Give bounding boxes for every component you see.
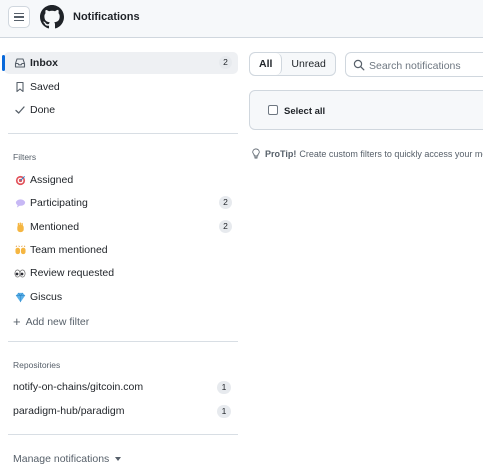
hamburger-menu-button[interactable] <box>8 6 30 28</box>
app-header: Notifications <box>0 0 483 38</box>
sidebar-divider <box>8 133 238 134</box>
notifications-list-header: Select all <box>249 90 483 130</box>
gem-emoji-icon <box>14 291 26 303</box>
sidebar-item-inbox[interactable]: Inbox 2 <box>2 52 238 74</box>
sidebar-item-label: Inbox <box>30 57 58 69</box>
dart-emoji-icon <box>14 174 26 186</box>
select-all-label[interactable]: Select all <box>284 106 325 117</box>
filter-item-mentioned[interactable]: Mentioned 2 <box>4 216 238 238</box>
speech-balloon-emoji-icon <box>14 197 26 209</box>
filter-item-review-requested[interactable]: Review requested <box>4 262 238 284</box>
manage-notifications-dropdown[interactable]: Manage notifications <box>13 453 122 465</box>
repo-count-badge: 1 <box>217 405 231 418</box>
plus-icon: + <box>13 314 21 329</box>
search-input[interactable]: Search notifications <box>345 52 483 77</box>
filter-label: Team mentioned <box>30 244 108 256</box>
menu-line <box>14 16 24 18</box>
sidebar-item-label: Saved <box>30 81 60 93</box>
inbox-count-badge: 2 <box>219 56 232 69</box>
repositories-section-title: Repositories <box>13 360 61 370</box>
sidebar-item-done[interactable]: Done <box>4 99 238 121</box>
filter-label: Review requested <box>30 267 115 279</box>
sidebar-item-label: Done <box>30 104 56 116</box>
raising-hands-emoji-icon <box>14 244 26 256</box>
participating-count-badge: 2 <box>219 196 232 209</box>
filter-label: Giscus <box>30 291 63 303</box>
filter-item-participating[interactable]: Participating 2 <box>4 192 238 214</box>
repo-count-badge: 1 <box>217 381 231 394</box>
filters-section-title: Filters <box>13 152 37 162</box>
eyes-emoji-icon <box>14 267 26 279</box>
check-icon <box>14 104 26 116</box>
tab-unread[interactable]: Unread <box>282 53 334 75</box>
sidebar-divider <box>8 341 238 342</box>
github-logo-icon[interactable] <box>40 5 64 29</box>
lightbulb-icon <box>252 148 260 159</box>
page-title: Notifications <box>73 11 140 23</box>
caret-down-icon <box>115 457 122 461</box>
add-new-filter-button[interactable]: + Add new filter <box>13 314 90 329</box>
search-icon <box>353 59 365 71</box>
protip-message: ProTip! Create custom filters to quickly… <box>251 148 483 159</box>
repo-item-paradigm[interactable]: paradigm-hub/paradigm <box>13 405 124 417</box>
sidebar-divider <box>8 434 238 435</box>
read-filter-segmented-control: All Unread <box>249 52 336 76</box>
mentioned-count-badge: 2 <box>219 220 232 233</box>
bookmark-icon <box>14 81 26 93</box>
protip-text: Create custom filters to quickly access … <box>299 148 483 159</box>
menu-line <box>14 12 24 15</box>
menu-line <box>14 19 24 22</box>
filter-label: Participating <box>30 197 88 209</box>
filter-label: Assigned <box>30 174 74 186</box>
raised-hand-emoji-icon <box>14 221 26 233</box>
sidebar-item-saved[interactable]: Saved <box>4 76 238 98</box>
filter-item-team-mentioned[interactable]: Team mentioned <box>4 239 238 261</box>
select-all-checkbox[interactable] <box>268 105 278 115</box>
inbox-icon <box>14 57 26 69</box>
protip-label: ProTip! <box>265 148 297 159</box>
add-filter-label: Add new filter <box>25 316 90 328</box>
filter-item-assigned[interactable]: Assigned <box>4 169 238 191</box>
filter-item-giscus[interactable]: Giscus <box>4 286 238 308</box>
repo-item-gitcoin[interactable]: notify-on-chains/gitcoin.com <box>13 381 143 393</box>
manage-notifications-label: Manage notifications <box>13 453 110 465</box>
search-placeholder: Search notifications <box>369 60 461 72</box>
filter-label: Mentioned <box>30 221 80 233</box>
tab-all[interactable]: All <box>250 53 283 75</box>
